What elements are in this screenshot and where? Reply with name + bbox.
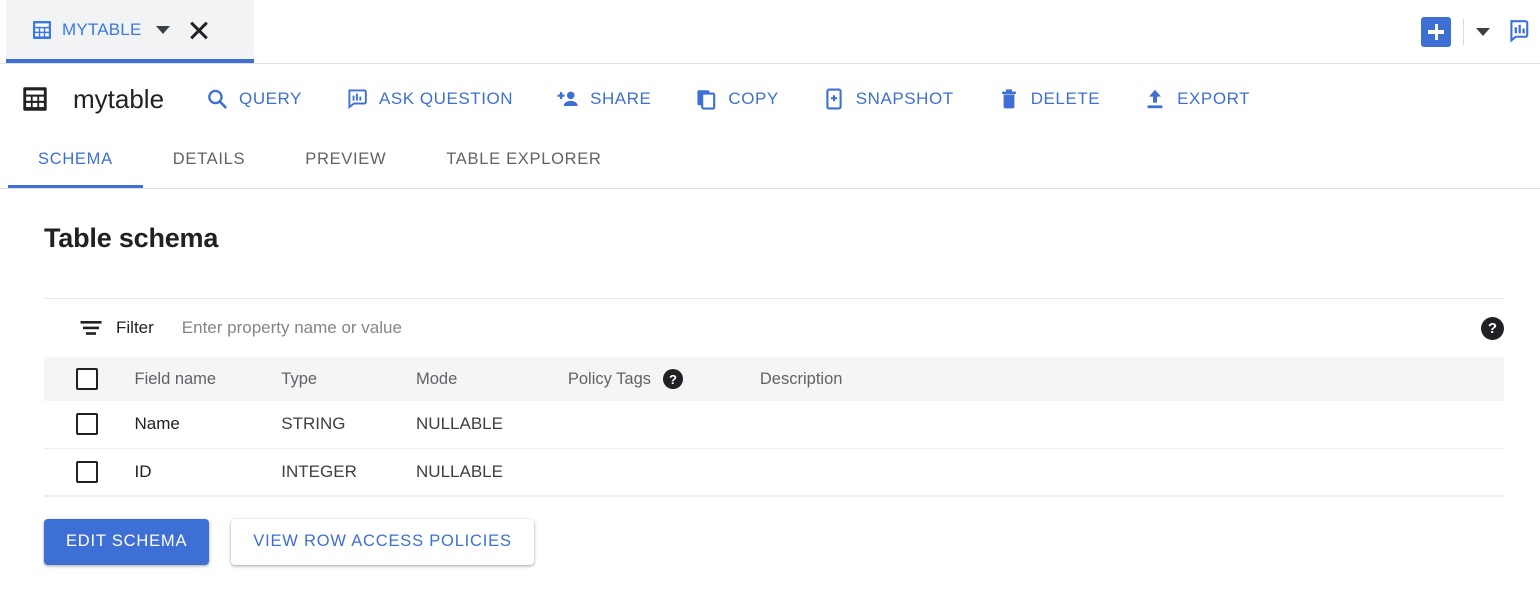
upload-icon — [1144, 88, 1166, 110]
edit-schema-button[interactable]: EDIT SCHEMA — [44, 519, 209, 565]
divider — [1463, 19, 1464, 45]
copy-button[interactable]: COPY — [695, 88, 778, 110]
share-button[interactable]: SHARE — [557, 88, 651, 110]
person-add-icon — [557, 88, 579, 110]
schema-table: Field name Type Mode Policy Tags ? — [44, 357, 1504, 496]
tab-strip-actions — [1421, 0, 1532, 63]
select-all-checkbox[interactable] — [76, 368, 98, 390]
tab-table-explorer-label: TABLE EXPLORER — [446, 150, 601, 169]
help-icon[interactable]: ? — [1481, 317, 1504, 340]
browser-tab-strip: MYTABLE — [0, 0, 1540, 64]
share-label: SHARE — [590, 89, 651, 109]
query-button[interactable]: QUERY — [206, 88, 302, 110]
tab-table-explorer[interactable]: TABLE EXPLORER — [416, 134, 631, 188]
cell-description — [760, 401, 1504, 448]
ask-chart-icon — [346, 88, 368, 110]
query-label: QUERY — [239, 89, 302, 109]
column-header-type[interactable]: Type — [281, 357, 416, 401]
chevron-down-icon[interactable] — [1476, 28, 1490, 36]
open-tab-mytable[interactable]: MYTABLE — [6, 0, 254, 63]
row-checkbox[interactable] — [76, 413, 98, 435]
table-row[interactable]: ID INTEGER NULLABLE — [44, 448, 1504, 495]
column-header-field-name[interactable]: Field name — [134, 357, 281, 401]
cell-policy-tags — [568, 448, 760, 495]
tab-preview-label: PREVIEW — [305, 150, 386, 169]
page-title: mytable — [73, 84, 164, 115]
copy-icon — [695, 88, 717, 110]
row-select-cell — [44, 401, 134, 448]
tab-preview[interactable]: PREVIEW — [275, 134, 416, 188]
section-tab-bar: SCHEMA DETAILS PREVIEW TABLE EXPLORER — [0, 134, 1540, 189]
export-label: EXPORT — [1177, 89, 1250, 109]
row-select-cell — [44, 448, 134, 495]
export-button[interactable]: EXPORT — [1144, 88, 1250, 110]
schema-heading: Table schema — [44, 223, 1504, 254]
delete-button[interactable]: DELETE — [998, 88, 1100, 110]
table-row[interactable]: Name STRING NULLABLE — [44, 401, 1504, 448]
select-all-header — [44, 357, 134, 401]
column-header-mode[interactable]: Mode — [416, 357, 568, 401]
column-header-label: Mode — [416, 370, 457, 388]
table-action-toolbar: mytable QUERY ASK QUESTION — [0, 64, 1540, 134]
cell-policy-tags — [568, 401, 760, 448]
snapshot-icon — [823, 88, 845, 110]
cell-mode: NULLABLE — [416, 401, 568, 448]
filter-icon — [80, 320, 102, 336]
tab-schema[interactable]: SCHEMA — [8, 134, 143, 188]
delete-label: DELETE — [1031, 89, 1100, 109]
column-header-label: Type — [281, 370, 317, 388]
search-icon — [206, 88, 228, 110]
column-header-label: Policy Tags — [568, 370, 651, 389]
cell-type: STRING — [281, 401, 416, 448]
snapshot-button[interactable]: SNAPSHOT — [823, 88, 954, 110]
tab-schema-label: SCHEMA — [38, 150, 113, 169]
filter-bar: Filter ? — [44, 299, 1504, 357]
cell-field-name: Name — [134, 401, 281, 448]
table-grid-icon — [22, 86, 48, 112]
trash-icon — [998, 88, 1020, 110]
cell-mode: NULLABLE — [416, 448, 568, 495]
add-tab-button[interactable] — [1421, 17, 1451, 47]
view-row-access-policies-button[interactable]: VIEW ROW ACCESS POLICIES — [231, 519, 534, 565]
query-chart-icon[interactable] — [1506, 20, 1532, 44]
schema-action-buttons: EDIT SCHEMA VIEW ROW ACCESS POLICIES — [44, 519, 1504, 565]
row-checkbox[interactable] — [76, 461, 98, 483]
column-header-label: Field name — [134, 370, 216, 388]
snapshot-label: SNAPSHOT — [856, 89, 954, 109]
column-header-label: Description — [760, 370, 843, 388]
filter-label: Filter — [116, 318, 154, 338]
tab-details-label: DETAILS — [173, 150, 245, 169]
policy-tags-help-icon[interactable]: ? — [663, 369, 683, 389]
schema-panel: Table schema Filter ? Field name — [0, 223, 1540, 565]
cell-description — [760, 448, 1504, 495]
table-header-row: Field name Type Mode Policy Tags ? — [44, 357, 1504, 401]
column-header-description[interactable]: Description — [760, 357, 1504, 401]
filter-input[interactable] — [182, 318, 1471, 338]
tab-details[interactable]: DETAILS — [143, 134, 275, 188]
chevron-down-icon[interactable] — [156, 26, 170, 34]
ask-question-button[interactable]: ASK QUESTION — [346, 88, 513, 110]
cell-field-name: ID — [134, 448, 281, 495]
column-header-policy-tags[interactable]: Policy Tags ? — [568, 357, 760, 401]
bigquery-table-page: MYTABLE mytable — [0, 0, 1540, 604]
cell-type: INTEGER — [281, 448, 416, 495]
divider — [44, 496, 1504, 497]
tab-label: MYTABLE — [62, 20, 142, 40]
ask-question-label: ASK QUESTION — [379, 89, 513, 109]
close-icon[interactable] — [188, 19, 210, 41]
table-grid-icon — [32, 20, 52, 40]
copy-label: COPY — [728, 89, 778, 109]
